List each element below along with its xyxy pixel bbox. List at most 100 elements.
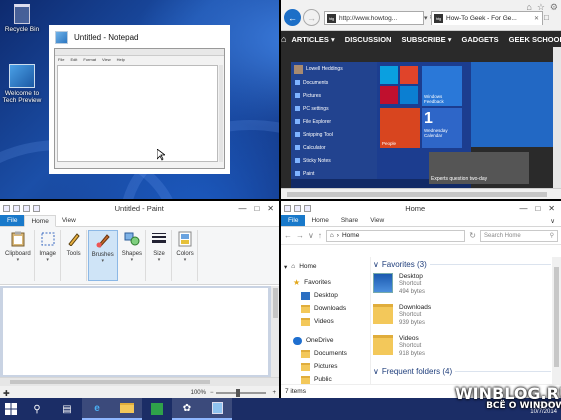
home-icon[interactable]: ⌂ bbox=[526, 2, 531, 13]
scroll-thumb[interactable] bbox=[287, 192, 547, 197]
new-folder-icon[interactable] bbox=[304, 204, 311, 212]
nav-gadgets[interactable]: GADGETS bbox=[457, 35, 504, 44]
taskbar-store-button[interactable] bbox=[142, 398, 172, 420]
zoom-in-button[interactable]: + bbox=[272, 390, 276, 396]
tab-file[interactable]: File bbox=[281, 215, 306, 226]
ie-right-tools: ⌂ ☆ ⚙ bbox=[526, 2, 558, 13]
zoom-slider-knob[interactable] bbox=[236, 389, 241, 397]
forward-arrow-icon[interactable]: → bbox=[296, 231, 304, 240]
forward-button[interactable]: → bbox=[303, 9, 320, 26]
ie-tab-howtogeek[interactable]: htg How-To Geek - For Ge... ✕ bbox=[431, 11, 543, 25]
taskbar-notepad-button[interactable] bbox=[202, 398, 232, 420]
clipboard-group[interactable]: Clipboard ▾ bbox=[2, 230, 35, 281]
nav-favorites[interactable]: ★ Favorites bbox=[281, 276, 370, 289]
nav-pictures[interactable]: Pictures bbox=[281, 360, 370, 373]
back-arrow-icon[interactable]: ← bbox=[284, 231, 292, 240]
size-group[interactable]: Size ▾ bbox=[147, 230, 173, 281]
nav-downloads[interactable]: Downloads bbox=[281, 302, 370, 315]
save-icon[interactable] bbox=[13, 204, 20, 212]
tab-view[interactable]: View bbox=[56, 215, 82, 226]
explorer-title: Home bbox=[405, 203, 426, 213]
nav-discussion[interactable]: DISCUSSION bbox=[340, 35, 397, 44]
taskbar-search-button[interactable]: ⚲ bbox=[22, 398, 52, 420]
folder-app-icon[interactable] bbox=[284, 204, 291, 212]
nav-onedrive[interactable]: OneDrive bbox=[281, 334, 370, 347]
explorer-address-bar[interactable]: ⌂ › Home bbox=[325, 229, 466, 242]
desktop-icon-label: Recycle Bin bbox=[4, 26, 40, 33]
tab-file[interactable]: File bbox=[0, 215, 25, 226]
ie-address-bar[interactable]: htg http://www.howtog... bbox=[324, 11, 424, 25]
nav-desktop[interactable]: Desktop bbox=[281, 289, 370, 302]
documents-folder-icon bbox=[301, 349, 310, 358]
new-tab-button[interactable]: □ bbox=[544, 13, 549, 22]
properties-icon[interactable] bbox=[294, 204, 301, 212]
paint-ribbon: Clipboard ▾ Image ▾ Tools Brushes ▾ Shapes ▾… bbox=[0, 227, 280, 285]
redo-icon[interactable] bbox=[33, 204, 40, 212]
list-item[interactable]: Desktop Shortcut 494 bytes bbox=[373, 271, 551, 302]
zoom-out-button[interactable]: − bbox=[210, 390, 214, 396]
colors-group[interactable]: Colors ▾ bbox=[173, 230, 199, 281]
paint-app-icon[interactable] bbox=[3, 204, 10, 212]
undo-icon[interactable] bbox=[23, 204, 30, 212]
shapes-group[interactable]: Shapes ▾ bbox=[119, 230, 147, 281]
tab-home[interactable]: Home bbox=[24, 215, 56, 227]
list-item[interactable]: Videos Shortcut 918 bytes bbox=[373, 333, 551, 364]
tab-view[interactable]: View bbox=[364, 215, 390, 226]
minimize-icon[interactable]: — bbox=[238, 204, 246, 213]
scroll-thumb[interactable] bbox=[273, 288, 278, 318]
notepad-thumbnail-title: Untitled - Notepad bbox=[51, 27, 228, 47]
ribbon-expand-icon[interactable]: ∨ bbox=[544, 215, 561, 226]
zoom-slider[interactable] bbox=[216, 389, 267, 397]
taskbar-task-view-button[interactable]: ▤ bbox=[52, 398, 82, 420]
welcome-tech-preview-shortcut[interactable]: Welcome to Tech Preview bbox=[0, 64, 44, 104]
taskbar-paint-button[interactable]: ✿ bbox=[172, 398, 202, 420]
image-group[interactable]: Image ▾ bbox=[36, 230, 61, 281]
nav-articles[interactable]: ARTICLES ▾ bbox=[286, 35, 339, 44]
scroll-thumb[interactable] bbox=[10, 380, 210, 384]
close-icon[interactable]: ✕ bbox=[267, 204, 274, 213]
settings-gear-icon[interactable]: ⚙ bbox=[550, 2, 558, 13]
search-input[interactable]: Search Home ⚲ bbox=[480, 229, 558, 242]
scroll-thumb[interactable] bbox=[554, 267, 559, 367]
brush-icon bbox=[94, 231, 112, 249]
taskbar-explorer-button[interactable] bbox=[112, 398, 142, 420]
up-arrow-icon[interactable]: ↑ bbox=[318, 231, 322, 240]
paint-horizontal-scrollbar[interactable] bbox=[0, 378, 280, 386]
search-dropdown-icon[interactable]: ▾ bbox=[424, 14, 428, 22]
notepad-task-thumbnail[interactable]: Untitled - Notepad File Edit Format View… bbox=[49, 25, 230, 174]
minimize-icon[interactable]: — bbox=[519, 204, 527, 213]
nav-geek-school[interactable]: GEEK SCHOOL bbox=[504, 35, 561, 44]
taskbar-ie-button[interactable]: e bbox=[82, 398, 112, 420]
tab-home[interactable]: Home bbox=[305, 215, 334, 226]
explorer-vertical-scrollbar[interactable] bbox=[552, 257, 561, 384]
frequent-folders-group-header[interactable]: ∨ Frequent folders (4) bbox=[373, 364, 551, 378]
page-image-right bbox=[471, 62, 553, 147]
refresh-icon[interactable]: ↻ bbox=[469, 231, 476, 240]
article-thumbnail[interactable]: Experts question two-day bbox=[429, 152, 529, 184]
maximize-icon[interactable]: □ bbox=[535, 204, 540, 213]
maximize-icon[interactable]: □ bbox=[254, 204, 259, 213]
start-button[interactable] bbox=[0, 398, 22, 420]
recent-locations-icon[interactable]: ∨ bbox=[308, 231, 314, 240]
nav-documents[interactable]: Documents bbox=[281, 347, 370, 360]
recycle-bin-shortcut[interactable]: Recycle Bin bbox=[0, 4, 44, 33]
nav-videos[interactable]: Videos bbox=[281, 315, 370, 328]
nav-home[interactable]: ▾ ⌂ Home bbox=[281, 260, 370, 273]
ie-address-text: http://www.howtog... bbox=[339, 14, 398, 22]
nav-subscribe[interactable]: SUBSCRIBE ▾ bbox=[396, 35, 456, 44]
forward-arrow-icon: → bbox=[307, 12, 316, 23]
paint-canvas[interactable] bbox=[3, 288, 268, 375]
favorites-star-icon[interactable]: ☆ bbox=[537, 2, 545, 13]
group-divider bbox=[429, 263, 551, 265]
tab-share[interactable]: Share bbox=[335, 215, 364, 226]
back-button[interactable]: ← bbox=[284, 9, 301, 26]
notepad-menu-edit: Edit bbox=[70, 57, 78, 62]
tools-group[interactable]: Tools bbox=[62, 230, 87, 281]
brushes-group[interactable]: Brushes ▾ bbox=[87, 230, 118, 281]
favorites-group-header[interactable]: ∨ Favorites (3) bbox=[373, 257, 551, 271]
store-icon bbox=[151, 403, 163, 415]
tab-close-icon[interactable]: ✕ bbox=[534, 15, 539, 22]
list-item[interactable]: Downloads Shortcut 939 bytes bbox=[373, 302, 551, 333]
close-icon[interactable]: ✕ bbox=[548, 204, 555, 213]
ie-vertical-scrollbar[interactable] bbox=[553, 47, 561, 188]
